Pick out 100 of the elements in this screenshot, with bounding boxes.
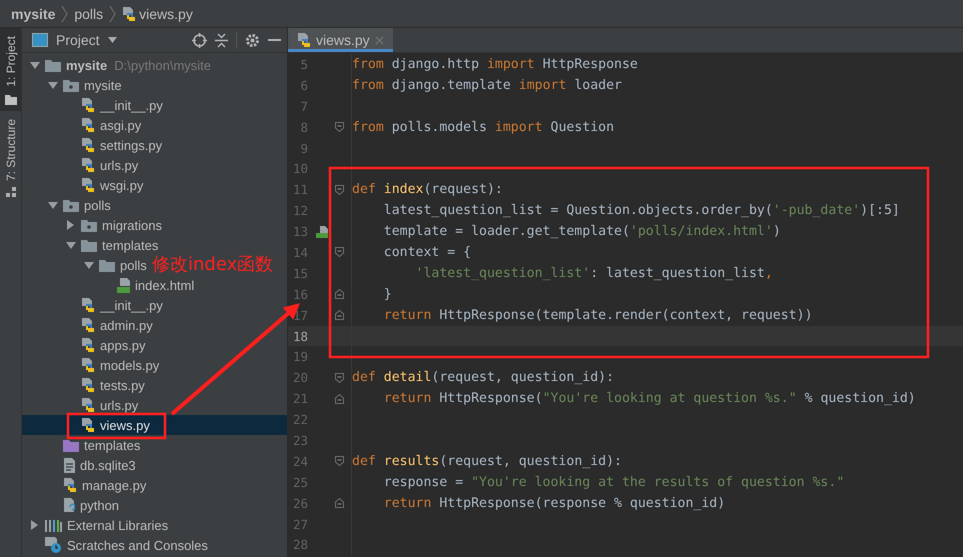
code-line: def index(request): [352, 182, 503, 198]
settings-icon[interactable] [245, 32, 260, 48]
tree-item[interactable]: mysite [66, 58, 108, 72]
fold-marker-icon[interactable] [335, 184, 344, 195]
code-line: return HttpResponse(template.render(context, request)) [382, 308, 813, 323]
fold-marker-icon[interactable] [335, 372, 344, 383]
expanded-arrow-icon[interactable] [30, 60, 40, 70]
code-line: return HttpResponse(response % question_id) [382, 496, 726, 511]
chevron-icon [61, 4, 68, 22]
tree-item[interactable]: apps.py [100, 338, 146, 352]
python-file-icon [81, 117, 95, 133]
python-file-icon [81, 177, 95, 193]
collapsed-arrow-icon[interactable] [66, 220, 76, 230]
folder-icon [63, 198, 79, 212]
code-line: 'latest_question_list': latest_question_list, [414, 266, 773, 281]
code-line: response = "You're looking at the results of question %s." [382, 474, 844, 490]
breadcrumb[interactable]: mysite [11, 6, 56, 22]
tree-item[interactable]: urls.py [100, 398, 138, 412]
close-icon [374, 36, 384, 44]
line-number: 11 [292, 182, 308, 198]
expanded-arrow-icon[interactable] [48, 200, 58, 210]
python-file-icon [81, 157, 95, 173]
caret-icon[interactable] [108, 37, 117, 43]
collapse-icon[interactable] [215, 32, 228, 48]
selected-row[interactable]: views.py [22, 415, 287, 435]
python-file-icon [297, 32, 311, 48]
folder-icon [99, 258, 115, 272]
line-number: 26 [292, 496, 308, 511]
tree-item[interactable]: db.sqlite3 [80, 458, 136, 472]
python-file-icon [81, 357, 95, 373]
code-line: template = loader.get_template('polls/index.html') [382, 224, 781, 240]
folder-icon [63, 438, 79, 452]
code-line: def detail(request, question_id): [352, 370, 614, 386]
window-icon [32, 33, 48, 47]
fold-marker-icon[interactable] [335, 498, 344, 508]
file-icon [63, 458, 75, 472]
tree-item[interactable]: index.html [135, 278, 194, 292]
tree-item[interactable]: polls [84, 198, 111, 212]
unknown-file-icon [63, 498, 75, 512]
editor-tab[interactable]: views.py [288, 28, 393, 52]
tree-item[interactable]: manage.py [82, 478, 146, 492]
tree-item[interactable]: admin.py [100, 318, 153, 332]
tree-item[interactable]: __init__.py [100, 98, 163, 112]
code-line: } [382, 286, 392, 302]
annotation-label: 修改index函数 [152, 253, 274, 276]
line-number: 8 [299, 120, 308, 135]
tool-window-tab[interactable]: 7: Structure [0, 110, 21, 203]
tree-item[interactable]: __init__.py [100, 298, 163, 312]
crosshair-icon[interactable] [192, 32, 207, 48]
breadcrumb[interactable]: polls [74, 6, 104, 22]
tree-item[interactable]: templates [84, 438, 140, 452]
fold-marker-icon[interactable] [335, 122, 344, 132]
python-file-icon [81, 377, 95, 393]
tree-item[interactable]: polls [120, 258, 147, 272]
line-number: 24 [292, 454, 308, 469]
python-file-icon [81, 297, 95, 313]
line-number: 19 [292, 349, 308, 364]
tree-item[interactable]: mysite [84, 78, 122, 92]
html-file-icon [117, 278, 130, 292]
tree-item[interactable]: Scratches and Consoles [67, 538, 208, 552]
python-file-icon [81, 337, 95, 353]
bars-icon [45, 518, 62, 532]
expanded-arrow-icon[interactable] [66, 240, 76, 250]
tree-item[interactable]: urls.py [100, 158, 138, 172]
breadcrumb[interactable]: views.py [122, 6, 193, 22]
fold-marker-icon[interactable] [335, 247, 344, 258]
line-number: 7 [299, 98, 308, 114]
tree-item[interactable]: templates [102, 238, 158, 252]
fold-marker-icon[interactable] [335, 310, 344, 320]
code-line: from polls.models import Question [352, 120, 614, 135]
python-file-icon [122, 6, 136, 22]
fold-marker-icon[interactable] [335, 289, 344, 300]
expanded-arrow-icon[interactable] [84, 260, 94, 270]
line-number: 18 [292, 328, 308, 344]
tree-item[interactable]: models.py [100, 358, 160, 372]
code-line: return HttpResponse("You're looking at question %s." % question_id) [382, 391, 916, 406]
tree-item[interactable]: python [80, 498, 120, 512]
fold-marker-icon[interactable] [335, 456, 344, 466]
tree-item[interactable]: migrations [102, 218, 162, 232]
fold-marker-icon[interactable] [335, 394, 344, 404]
html-file-icon[interactable] [316, 226, 328, 238]
tree-item[interactable]: External Libraries [67, 518, 168, 532]
line-number: 16 [292, 286, 308, 302]
line-number: 23 [292, 432, 308, 448]
line-number: 13 [292, 224, 308, 240]
code-line: def results(request, question_id): [352, 454, 622, 469]
collapsed-arrow-icon[interactable] [30, 520, 40, 530]
tool-window-tab[interactable]: 1: Project [0, 28, 21, 111]
tree-item[interactable]: settings.py [100, 138, 162, 152]
tree-item[interactable]: asgi.py [100, 118, 142, 132]
line-number: 12 [292, 203, 308, 218]
panel-title[interactable]: Project [56, 32, 100, 48]
code-line: latest_question_list = Question.objects.order_by('-pub_date')[:5] [382, 203, 900, 218]
clock-icon [45, 537, 62, 553]
tree-item[interactable]: tests.py [100, 378, 145, 392]
line-number: 21 [292, 391, 308, 406]
expanded-arrow-icon[interactable] [48, 80, 58, 90]
minimize-icon[interactable] [268, 38, 281, 42]
tree-item[interactable]: wsgi.py [100, 178, 144, 192]
tree-item[interactable]: views.py [100, 418, 150, 432]
